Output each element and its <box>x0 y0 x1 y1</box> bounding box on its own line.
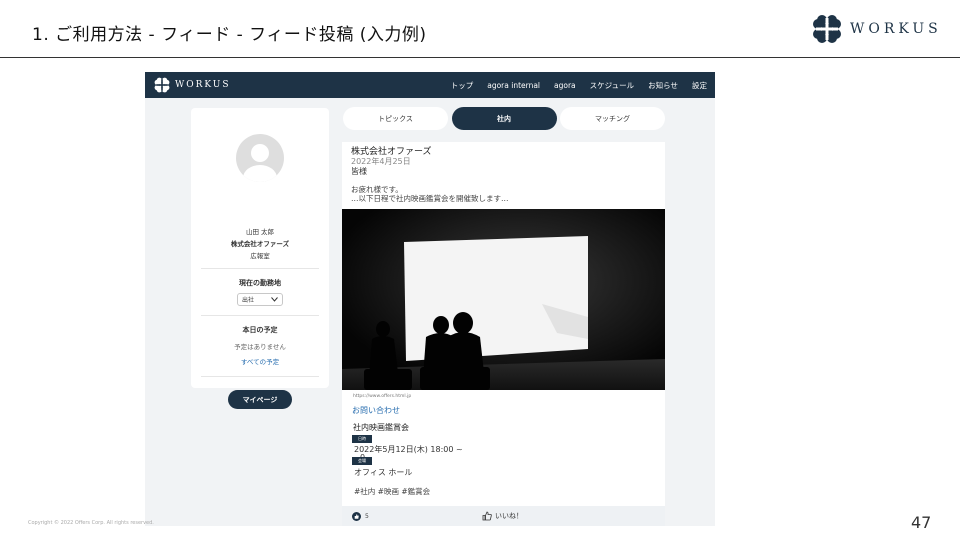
event-place: オフィス ホール <box>354 468 413 477</box>
nav-settings[interactable]: 設定 <box>692 80 707 91</box>
profile-company: 株式会社オファーズ <box>230 240 290 248</box>
schedule-title: 本日の予定 <box>242 326 278 334</box>
post-tags[interactable]: #社内 #映画 #鑑賞会 <box>354 486 430 497</box>
profile-name: 山田 太郎 <box>245 228 275 236</box>
brand-logo: WORKUS <box>810 12 942 46</box>
page-number: 47 <box>911 513 932 532</box>
post-header: 株式会社オファーズ 2022年4月25日 皆様 お疲れ様です。 …以下日程で社内… <box>342 142 665 203</box>
chevron-down-icon <box>271 297 278 302</box>
divider <box>201 268 319 269</box>
top-navbar: WORKUS トップ agora internal agora スケジュール お… <box>145 72 715 98</box>
feed-tabs: トピックス 社内 マッチング <box>343 107 665 130</box>
mypage-button[interactable]: マイページ <box>228 390 292 409</box>
post-greeting: 皆様 <box>351 167 367 176</box>
post-footer: 5 いいね！ <box>342 506 665 526</box>
thumbs-up-filled-icon <box>352 511 361 521</box>
all-schedules-link[interactable]: すべての予定 <box>191 356 329 366</box>
thumbs-up-outline-icon <box>482 511 492 521</box>
location-title: 現在の勤務地 <box>239 279 281 287</box>
nav-notifications[interactable]: お知らせ <box>648 80 678 91</box>
like-label: いいね！ <box>495 512 523 520</box>
profile-card: 山田 太郎 株式会社オファーズ 広報室 現在の勤務地 出社 本日の予定 予定はあ… <box>191 108 329 409</box>
nav-schedule[interactable]: スケジュール <box>590 80 634 91</box>
tab-topics[interactable]: トピックス <box>343 107 448 130</box>
event-title: 社内映画鑑賞会 <box>353 423 409 432</box>
app-screenshot: WORKUS トップ agora internal agora スケジュール お… <box>145 72 715 526</box>
app-logo-text: WORKUS <box>175 80 231 90</box>
nav-agora[interactable]: agora <box>554 81 576 90</box>
brand-text: WORKUS <box>850 21 942 37</box>
post-date: 2022年4月25日 <box>351 157 411 166</box>
app-logo[interactable]: WORKUS <box>153 76 231 94</box>
cinema-photo <box>342 209 665 390</box>
user-silhouette-icon <box>243 144 277 182</box>
tab-internal[interactable]: 社内 <box>451 107 557 130</box>
profile-department: 広報室 <box>250 252 270 260</box>
divider <box>201 315 319 316</box>
avatar <box>236 134 284 182</box>
copyright-text: Copyright © 2022 Offers Corp. All rights… <box>28 520 154 526</box>
place-badge: 会場 <box>352 457 372 465</box>
post-body-line-2: …以下日程で社内映画鑑賞会を開催致します… <box>351 194 509 203</box>
tab-matching[interactable]: マッチング <box>560 107 665 130</box>
contact-link[interactable]: お問い合わせ <box>352 405 400 416</box>
post-body-line-1: お疲れ様です。 <box>351 185 403 194</box>
post-image[interactable] <box>342 209 665 390</box>
post-url[interactable]: https://www.offers.html.jp <box>353 394 411 399</box>
nav-agora-internal[interactable]: agora internal <box>487 81 540 90</box>
divider <box>201 376 319 377</box>
reaction-count: 5 <box>365 512 369 520</box>
date-badge: 日時 <box>352 435 372 443</box>
title-divider <box>0 57 960 58</box>
nav-links: トップ agora internal agora スケジュール お知らせ 設定 <box>437 80 707 91</box>
schedule-empty-text: 予定はありません <box>234 343 286 351</box>
location-value: 出社 <box>242 297 255 304</box>
feed-post: 株式会社オファーズ 2022年4月25日 皆様 お疲れ様です。 …以下日程で社内… <box>342 142 665 526</box>
nav-top[interactable]: トップ <box>451 80 474 91</box>
clover-logo-icon <box>813 15 841 43</box>
reaction-summary: 5 <box>352 511 369 521</box>
location-select[interactable]: 出社 <box>237 293 283 306</box>
event-date: 2022年5月12日(木) 18:00 ~ <box>354 445 463 454</box>
clover-logo-icon <box>154 77 170 93</box>
slide-title: 1. ご利用方法 - フィード - フィード投稿 (入力例) <box>32 25 427 45</box>
like-button[interactable]: いいね！ <box>482 511 523 521</box>
post-company: 株式会社オファーズ <box>351 147 432 157</box>
